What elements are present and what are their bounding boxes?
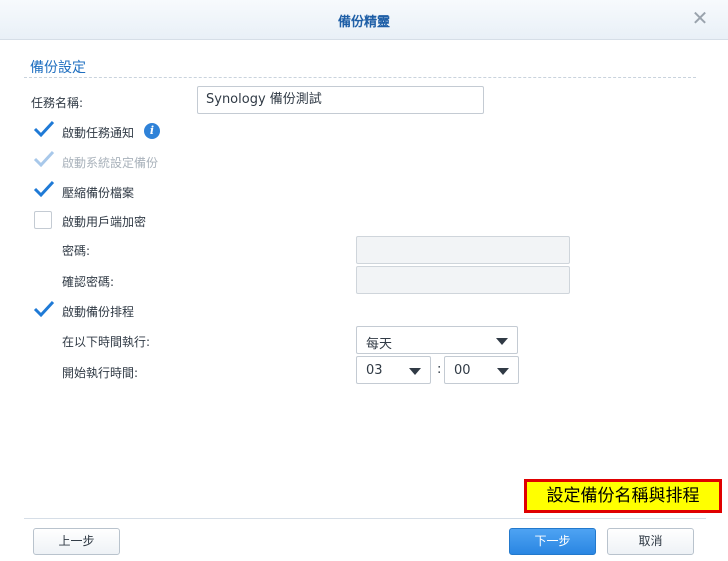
minute-select[interactable]: 00 — [444, 356, 519, 384]
footer-divider — [24, 518, 706, 519]
compress-checkbox[interactable] — [33, 180, 55, 199]
cancel-button[interactable]: 取消 — [607, 528, 694, 555]
minute-value: 00 — [454, 363, 471, 378]
start-time-label: 開始執行時間: — [62, 366, 139, 380]
notify-checkbox[interactable] — [33, 120, 55, 139]
schedule-checkbox[interactable] — [33, 300, 55, 319]
system-config-checkbox — [33, 150, 55, 169]
system-config-label: 啟動系統設定備份 — [62, 156, 159, 170]
dialog-titlebar: 備份精靈 ✕ — [0, 0, 728, 40]
hour-select[interactable]: 03 — [356, 356, 431, 384]
password-label: 密碼: — [62, 244, 91, 258]
hour-value: 03 — [366, 363, 383, 378]
frequency-select[interactable]: 每天 — [356, 326, 518, 354]
password-field[interactable] — [356, 236, 570, 264]
info-icon[interactable]: i — [144, 123, 160, 139]
encrypt-checkbox[interactable] — [34, 211, 52, 229]
time-separator: : — [437, 362, 442, 377]
run-at-label: 在以下時間執行: — [62, 335, 151, 349]
section-title: 備份設定 — [30, 60, 86, 76]
chevron-down-icon — [497, 368, 509, 375]
confirm-password-label: 確認密碼: — [62, 275, 115, 289]
close-icon[interactable]: ✕ — [690, 8, 710, 28]
confirm-password-field[interactable] — [356, 266, 570, 294]
chevron-down-icon — [409, 368, 421, 375]
back-button[interactable]: 上一步 — [33, 528, 120, 555]
frequency-value: 每天 — [366, 337, 393, 352]
notify-label: 啟動任務通知 — [62, 126, 135, 140]
compress-label: 壓縮備份檔案 — [62, 186, 135, 200]
next-button[interactable]: 下一步 — [509, 528, 596, 555]
section-divider — [24, 77, 696, 78]
chevron-down-icon — [496, 338, 508, 345]
task-name-input[interactable]: Synology 備份測試 — [197, 86, 484, 114]
encrypt-label: 啟動用戶端加密 — [62, 215, 147, 229]
annotation-callout: 設定備份名稱與排程 — [524, 479, 722, 513]
dialog-title: 備份精靈 — [337, 15, 390, 30]
schedule-label: 啟動備份排程 — [62, 305, 135, 319]
task-name-label: 任務名稱: — [31, 96, 84, 110]
